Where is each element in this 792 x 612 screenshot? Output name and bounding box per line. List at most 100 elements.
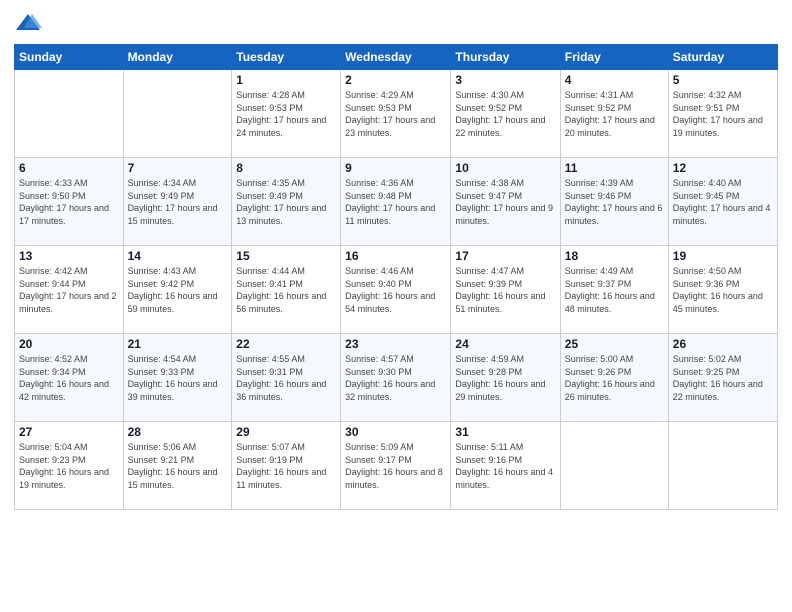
day-number: 1 bbox=[236, 73, 336, 87]
calendar-cell: 30 Sunrise: 5:09 AM Sunset: 9:17 PM Dayli… bbox=[341, 422, 451, 510]
day-info: Sunrise: 4:47 AM Sunset: 9:39 PM Dayligh… bbox=[455, 265, 555, 315]
day-info: Sunrise: 4:30 AM Sunset: 9:52 PM Dayligh… bbox=[455, 89, 555, 139]
day-number: 31 bbox=[455, 425, 555, 439]
day-number: 13 bbox=[19, 249, 119, 263]
calendar-cell: 7 Sunrise: 4:34 AM Sunset: 9:49 PM Daylig… bbox=[123, 158, 232, 246]
day-info: Sunrise: 4:29 AM Sunset: 9:53 PM Dayligh… bbox=[345, 89, 446, 139]
calendar-cell: 14 Sunrise: 4:43 AM Sunset: 9:42 PM Dayli… bbox=[123, 246, 232, 334]
day-number: 24 bbox=[455, 337, 555, 351]
calendar-cell bbox=[560, 422, 668, 510]
day-number: 6 bbox=[19, 161, 119, 175]
day-info: Sunrise: 4:57 AM Sunset: 9:30 PM Dayligh… bbox=[345, 353, 446, 403]
day-info: Sunrise: 4:35 AM Sunset: 9:49 PM Dayligh… bbox=[236, 177, 336, 227]
calendar-cell: 1Sunrise: 4:28 AM Sunset: 9:53 PM Daylig… bbox=[232, 70, 341, 158]
calendar-cell: 11Sunrise: 4:39 AM Sunset: 9:46 PM Dayli… bbox=[560, 158, 668, 246]
calendar-cell: 10 Sunrise: 4:38 AM Sunset: 9:47 PM Dayli… bbox=[451, 158, 560, 246]
day-number: 15 bbox=[236, 249, 336, 263]
calendar-cell bbox=[668, 422, 777, 510]
calendar-cell: 22 Sunrise: 4:55 AM Sunset: 9:31 PM Dayli… bbox=[232, 334, 341, 422]
calendar-cell: 16Sunrise: 4:46 AM Sunset: 9:40 PM Dayli… bbox=[341, 246, 451, 334]
day-info: Sunrise: 4:43 AM Sunset: 9:42 PM Dayligh… bbox=[128, 265, 228, 315]
day-info: Sunrise: 5:09 AM Sunset: 9:17 PM Dayligh… bbox=[345, 441, 446, 491]
day-number: 7 bbox=[128, 161, 228, 175]
day-info: Sunrise: 5:07 AM Sunset: 9:19 PM Dayligh… bbox=[236, 441, 336, 491]
day-number: 28 bbox=[128, 425, 228, 439]
calendar-cell: 29 Sunrise: 5:07 AM Sunset: 9:19 PM Dayli… bbox=[232, 422, 341, 510]
calendar-cell: 8 Sunrise: 4:35 AM Sunset: 9:49 PM Daylig… bbox=[232, 158, 341, 246]
day-info: Sunrise: 4:52 AM Sunset: 9:34 PM Dayligh… bbox=[19, 353, 119, 403]
calendar-cell: 19Sunrise: 4:50 AM Sunset: 9:36 PM Dayli… bbox=[668, 246, 777, 334]
day-info: Sunrise: 4:32 AM Sunset: 9:51 PM Dayligh… bbox=[673, 89, 773, 139]
day-info: Sunrise: 4:59 AM Sunset: 9:28 PM Dayligh… bbox=[455, 353, 555, 403]
day-info: Sunrise: 4:38 AM Sunset: 9:47 PM Dayligh… bbox=[455, 177, 555, 227]
calendar-cell: 24 Sunrise: 4:59 AM Sunset: 9:28 PM Dayli… bbox=[451, 334, 560, 422]
calendar-week-2: 6 Sunrise: 4:33 AM Sunset: 9:50 PM Daylig… bbox=[15, 158, 778, 246]
day-info: Sunrise: 5:02 AM Sunset: 9:25 PM Dayligh… bbox=[673, 353, 773, 403]
calendar-cell: 23 Sunrise: 4:57 AM Sunset: 9:30 PM Dayli… bbox=[341, 334, 451, 422]
day-number: 2 bbox=[345, 73, 446, 87]
day-number: 23 bbox=[345, 337, 446, 351]
calendar-cell bbox=[123, 70, 232, 158]
day-number: 25 bbox=[565, 337, 664, 351]
day-number: 8 bbox=[236, 161, 336, 175]
day-number: 21 bbox=[128, 337, 228, 351]
day-info: Sunrise: 4:44 AM Sunset: 9:41 PM Dayligh… bbox=[236, 265, 336, 315]
calendar-cell: 13 Sunrise: 4:42 AM Sunset: 9:44 PM Dayli… bbox=[15, 246, 124, 334]
calendar-cell: 18 Sunrise: 4:49 AM Sunset: 9:37 PM Dayli… bbox=[560, 246, 668, 334]
weekday-header-monday: Monday bbox=[123, 45, 232, 70]
calendar-cell: 17 Sunrise: 4:47 AM Sunset: 9:39 PM Dayli… bbox=[451, 246, 560, 334]
calendar-cell: 26Sunrise: 5:02 AM Sunset: 9:25 PM Dayli… bbox=[668, 334, 777, 422]
day-info: Sunrise: 4:34 AM Sunset: 9:49 PM Dayligh… bbox=[128, 177, 228, 227]
day-info: Sunrise: 4:42 AM Sunset: 9:44 PM Dayligh… bbox=[19, 265, 119, 315]
day-number: 18 bbox=[565, 249, 664, 263]
calendar-cell: 12 Sunrise: 4:40 AM Sunset: 9:45 PM Dayli… bbox=[668, 158, 777, 246]
day-number: 10 bbox=[455, 161, 555, 175]
calendar-cell: 20 Sunrise: 4:52 AM Sunset: 9:34 PM Dayli… bbox=[15, 334, 124, 422]
calendar-week-4: 20 Sunrise: 4:52 AM Sunset: 9:34 PM Dayli… bbox=[15, 334, 778, 422]
day-number: 17 bbox=[455, 249, 555, 263]
calendar-cell: 21 Sunrise: 4:54 AM Sunset: 9:33 PM Dayli… bbox=[123, 334, 232, 422]
day-info: Sunrise: 4:31 AM Sunset: 9:52 PM Dayligh… bbox=[565, 89, 664, 139]
day-info: Sunrise: 4:55 AM Sunset: 9:31 PM Dayligh… bbox=[236, 353, 336, 403]
day-number: 12 bbox=[673, 161, 773, 175]
calendar-cell: 6 Sunrise: 4:33 AM Sunset: 9:50 PM Daylig… bbox=[15, 158, 124, 246]
calendar-cell: 27Sunrise: 5:04 AM Sunset: 9:23 PM Dayli… bbox=[15, 422, 124, 510]
day-info: Sunrise: 4:40 AM Sunset: 9:45 PM Dayligh… bbox=[673, 177, 773, 227]
day-number: 30 bbox=[345, 425, 446, 439]
weekday-header-saturday: Saturday bbox=[668, 45, 777, 70]
day-number: 22 bbox=[236, 337, 336, 351]
main-container: SundayMondayTuesdayWednesdayThursdayFrid… bbox=[0, 0, 792, 520]
day-number: 14 bbox=[128, 249, 228, 263]
calendar-cell: 9 Sunrise: 4:36 AM Sunset: 9:48 PM Daylig… bbox=[341, 158, 451, 246]
calendar-cell: 25 Sunrise: 5:00 AM Sunset: 9:26 PM Dayli… bbox=[560, 334, 668, 422]
calendar-week-5: 27Sunrise: 5:04 AM Sunset: 9:23 PM Dayli… bbox=[15, 422, 778, 510]
weekday-header-sunday: Sunday bbox=[15, 45, 124, 70]
day-number: 3 bbox=[455, 73, 555, 87]
day-info: Sunrise: 4:33 AM Sunset: 9:50 PM Dayligh… bbox=[19, 177, 119, 227]
calendar-week-3: 13 Sunrise: 4:42 AM Sunset: 9:44 PM Dayli… bbox=[15, 246, 778, 334]
weekday-header-wednesday: Wednesday bbox=[341, 45, 451, 70]
day-number: 4 bbox=[565, 73, 664, 87]
weekday-header-friday: Friday bbox=[560, 45, 668, 70]
day-number: 11 bbox=[565, 161, 664, 175]
calendar-week-1: 1Sunrise: 4:28 AM Sunset: 9:53 PM Daylig… bbox=[15, 70, 778, 158]
day-number: 9 bbox=[345, 161, 446, 175]
day-info: Sunrise: 4:54 AM Sunset: 9:33 PM Dayligh… bbox=[128, 353, 228, 403]
day-info: Sunrise: 5:00 AM Sunset: 9:26 PM Dayligh… bbox=[565, 353, 664, 403]
day-info: Sunrise: 4:36 AM Sunset: 9:48 PM Dayligh… bbox=[345, 177, 446, 227]
day-info: Sunrise: 5:11 AM Sunset: 9:16 PM Dayligh… bbox=[455, 441, 555, 491]
header bbox=[14, 10, 778, 38]
day-info: Sunrise: 4:49 AM Sunset: 9:37 PM Dayligh… bbox=[565, 265, 664, 315]
calendar-table: SundayMondayTuesdayWednesdayThursdayFrid… bbox=[14, 44, 778, 510]
day-number: 19 bbox=[673, 249, 773, 263]
weekday-header-tuesday: Tuesday bbox=[232, 45, 341, 70]
day-number: 20 bbox=[19, 337, 119, 351]
calendar-cell bbox=[15, 70, 124, 158]
calendar-cell: 28Sunrise: 5:06 AM Sunset: 9:21 PM Dayli… bbox=[123, 422, 232, 510]
day-number: 29 bbox=[236, 425, 336, 439]
calendar-cell: 3 Sunrise: 4:30 AM Sunset: 9:52 PM Daylig… bbox=[451, 70, 560, 158]
weekday-header-thursday: Thursday bbox=[451, 45, 560, 70]
logo bbox=[14, 10, 46, 38]
day-number: 27 bbox=[19, 425, 119, 439]
calendar-cell: 4 Sunrise: 4:31 AM Sunset: 9:52 PM Daylig… bbox=[560, 70, 668, 158]
